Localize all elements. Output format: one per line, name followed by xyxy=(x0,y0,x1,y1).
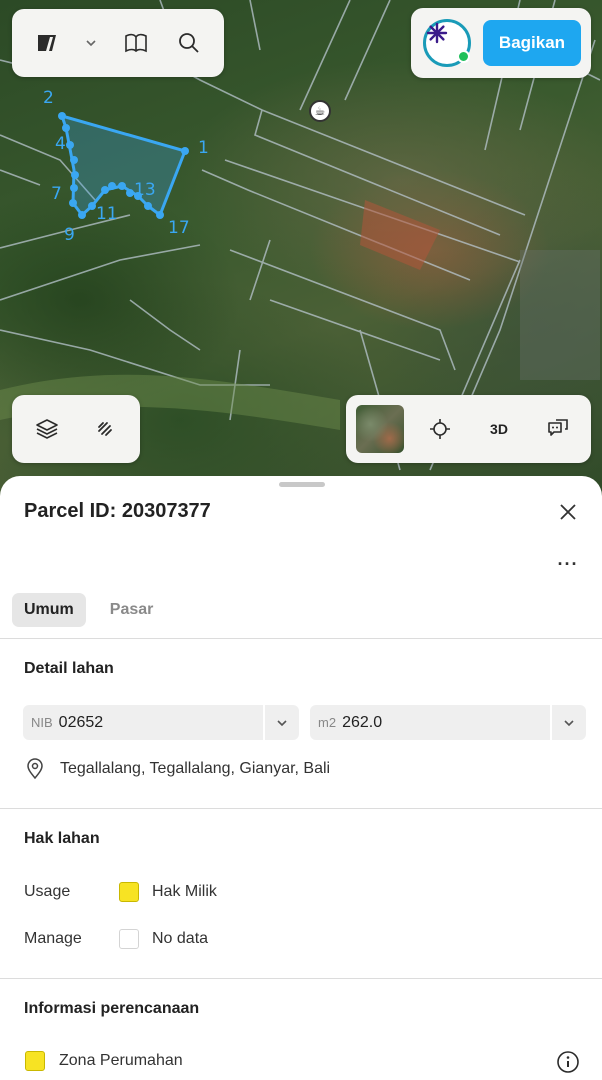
vertex-label: 17 xyxy=(168,218,190,238)
share-button[interactable]: Bagikan xyxy=(483,20,581,66)
nib-field[interactable]: NIB 02652 xyxy=(23,705,299,740)
detail-section-title: Detail lahan xyxy=(24,660,114,677)
book-icon[interactable] xyxy=(113,20,159,66)
info-icon[interactable] xyxy=(556,1050,580,1074)
more-options-button[interactable]: ··· xyxy=(552,552,584,576)
manage-value: No data xyxy=(152,930,209,947)
map-tools-right: 3D xyxy=(346,395,591,463)
nib-prefix: NIB xyxy=(31,715,53,730)
map-tools-left xyxy=(12,395,140,463)
location-text: Tegallalang, Tegallalang, Gianyar, Bali xyxy=(60,760,331,777)
top-right-toolbar: Bagikan xyxy=(411,8,591,78)
zone-label: Zona Perumahan xyxy=(59,1052,183,1069)
vertex-label: 1 xyxy=(198,138,209,158)
vertex-label: 2 xyxy=(43,88,54,108)
usage-value: Hak Milik xyxy=(152,883,217,900)
sheet-tabs: Umum Pasar xyxy=(12,593,165,627)
online-status-dot xyxy=(457,50,470,63)
vertex-label: 13 xyxy=(134,180,156,200)
vertex-label: 9 xyxy=(64,225,75,245)
close-icon[interactable] xyxy=(554,498,582,526)
vertex-label: 4 xyxy=(55,134,66,154)
compass-icon xyxy=(426,22,448,44)
tab-pasar[interactable]: Pasar xyxy=(98,593,166,627)
location-pin-icon xyxy=(27,758,43,780)
vertex-label: 7 xyxy=(51,184,62,204)
draw-line-icon[interactable] xyxy=(82,406,128,452)
chat-icon[interactable] xyxy=(535,406,581,452)
search-icon[interactable] xyxy=(166,20,212,66)
basemap-thumbnail[interactable] xyxy=(356,405,404,453)
tab-umum[interactable]: Umum xyxy=(12,593,86,627)
manage-color-swatch xyxy=(119,929,139,949)
layers-icon[interactable] xyxy=(24,406,70,452)
crosshair-icon[interactable] xyxy=(417,406,463,452)
area-prefix: m2 xyxy=(318,715,337,730)
3d-toggle-button[interactable]: 3D xyxy=(476,406,522,452)
chevron-down-icon[interactable] xyxy=(550,705,586,740)
manage-label: Manage xyxy=(24,930,82,947)
usage-label: Usage xyxy=(24,883,71,900)
vertex-label: 11 xyxy=(96,204,118,224)
cafe-icon[interactable]: ☕ xyxy=(309,100,331,122)
sheet-drag-handle[interactable] xyxy=(279,482,325,487)
avatar[interactable] xyxy=(423,19,471,67)
chevron-down-icon[interactable] xyxy=(263,705,299,740)
parcel-title: Parcel ID: 20307377 xyxy=(24,500,211,522)
chevron-down-icon[interactable] xyxy=(77,20,105,66)
parcel-detail-sheet: Parcel ID: 20307377 ··· Umum Pasar Detai… xyxy=(0,476,602,1080)
planning-section-title: Informasi perencanaan xyxy=(24,1000,200,1017)
map-view[interactable]: 2 4 1 7 13 11 9 17 ☕ Bagikan 3D xyxy=(0,0,602,520)
area-field[interactable]: m2 262.0 xyxy=(310,705,586,740)
selected-parcel[interactable] xyxy=(60,114,187,217)
location-row: Tegallalang, Tegallalang, Gianyar, Bali xyxy=(24,758,330,780)
divider xyxy=(0,978,602,979)
app-logo-icon[interactable] xyxy=(24,20,70,66)
3d-label: 3D xyxy=(490,421,508,437)
usage-color-swatch xyxy=(119,882,139,902)
rights-section-title: Hak lahan xyxy=(24,830,100,847)
divider xyxy=(0,808,602,809)
nib-value: 02652 xyxy=(58,713,104,731)
area-value: 262.0 xyxy=(342,713,383,731)
top-left-toolbar xyxy=(12,9,224,77)
zone-color-swatch xyxy=(25,1051,45,1071)
divider xyxy=(0,638,602,639)
